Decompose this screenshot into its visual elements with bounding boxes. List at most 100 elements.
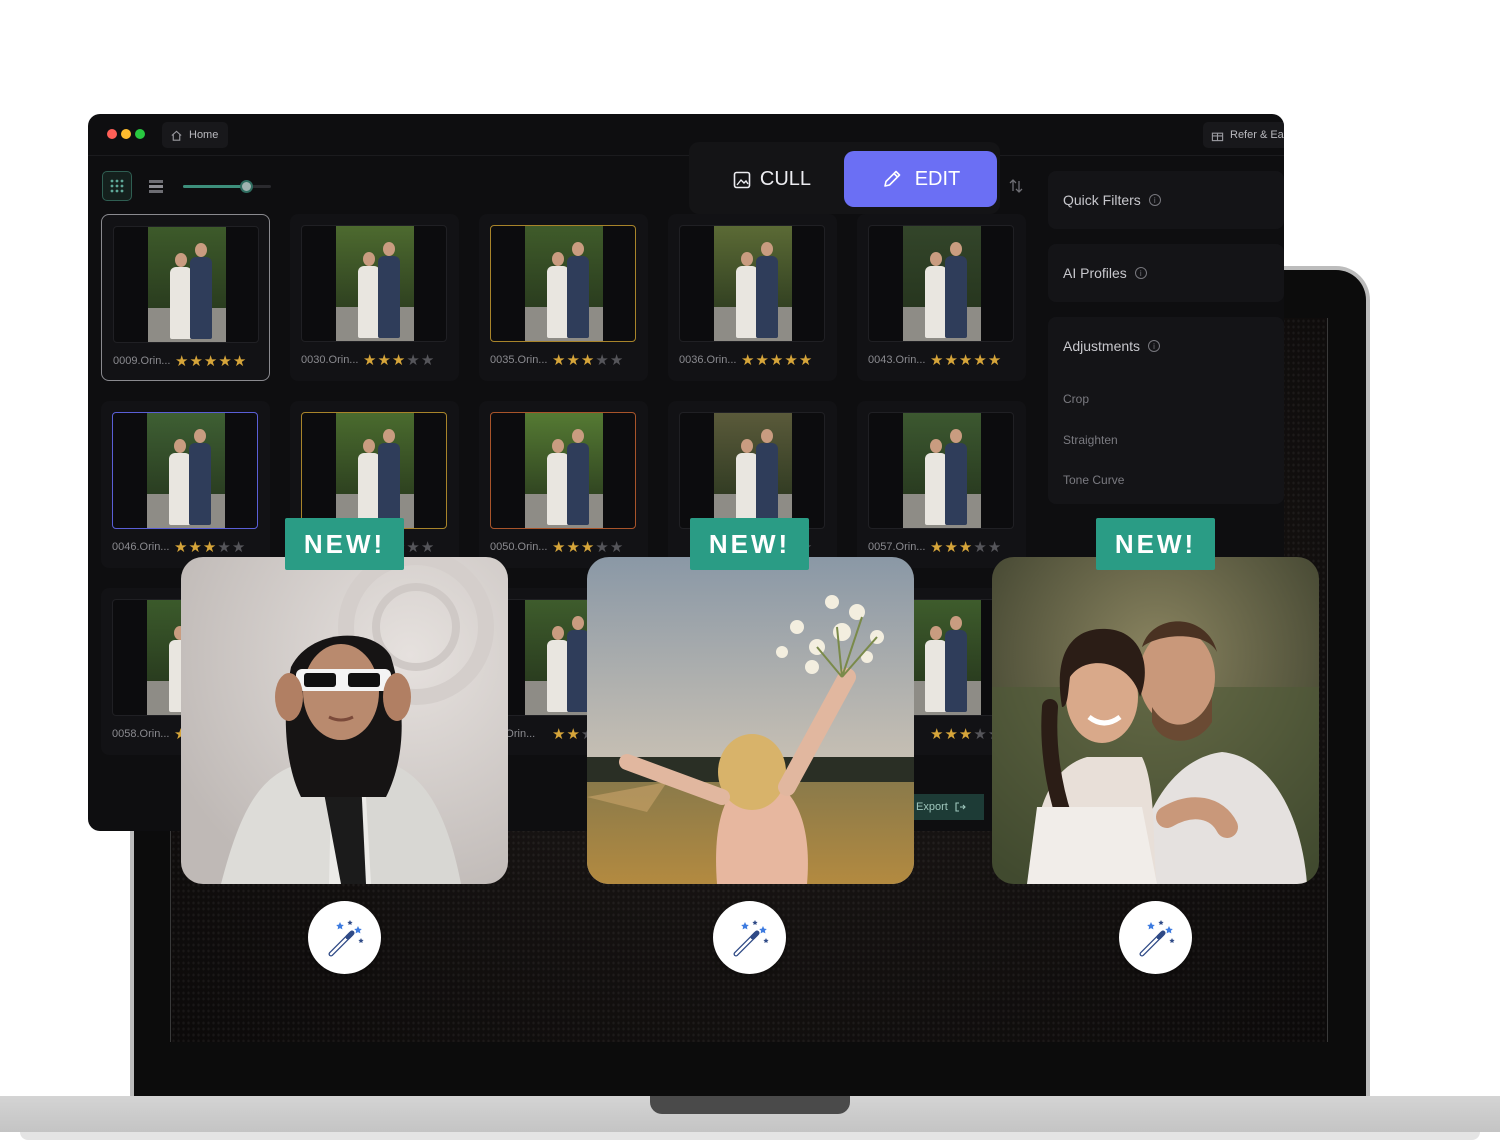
info-icon[interactable]: i: [1148, 194, 1161, 206]
feature-card-fashion: [181, 557, 508, 884]
photo-thumbnail[interactable]: 0009.Orin... ★★★★★: [101, 214, 270, 381]
star-rating[interactable]: ★★★★★: [552, 538, 624, 556]
new-badge: NEW!: [690, 518, 809, 570]
star-icon[interactable]: ★: [595, 539, 609, 556]
photo-thumbnail[interactable]: 0050.Orin... ★★★★★: [479, 401, 648, 568]
star-icon[interactable]: ★: [406, 539, 420, 556]
star-icon[interactable]: ★: [595, 352, 609, 369]
title-bar: Home Refer & Ea: [88, 114, 1284, 156]
star-icon[interactable]: ★: [988, 352, 1002, 369]
star-icon[interactable]: ★: [421, 352, 435, 369]
adjustments-title: Adjustments: [1063, 338, 1141, 354]
thumbnail-frame: [679, 225, 825, 342]
star-icon[interactable]: ★: [552, 352, 566, 369]
star-rating[interactable]: ★★★★★: [930, 538, 1002, 556]
star-icon[interactable]: ★: [799, 352, 813, 369]
export-icon: [955, 802, 966, 812]
star-rating[interactable]: ★★★★★: [741, 351, 813, 369]
star-icon[interactable]: ★: [566, 352, 580, 369]
zoom-slider-handle[interactable]: [240, 180, 254, 193]
star-icon[interactable]: ★: [741, 352, 755, 369]
star-icon[interactable]: ★: [944, 539, 958, 556]
star-icon[interactable]: ★: [175, 353, 189, 370]
adjustment-crop[interactable]: Crop: [1063, 392, 1089, 406]
home-button[interactable]: Home: [162, 122, 229, 148]
star-icon[interactable]: ★: [204, 353, 218, 370]
maximize-window-button[interactable]: [135, 129, 145, 139]
star-icon[interactable]: ★: [363, 352, 377, 369]
thumbnail-image: [903, 413, 981, 528]
star-icon[interactable]: ★: [784, 352, 798, 369]
star-icon[interactable]: ★: [930, 352, 944, 369]
edit-button[interactable]: EDIT: [844, 151, 997, 207]
info-icon[interactable]: i: [1134, 267, 1147, 279]
star-icon[interactable]: ★: [188, 539, 202, 556]
star-icon[interactable]: ★: [944, 726, 958, 743]
zoom-slider[interactable]: [183, 180, 271, 193]
star-icon[interactable]: ★: [421, 539, 435, 556]
star-icon[interactable]: ★: [610, 539, 624, 556]
star-icon[interactable]: ★: [203, 539, 217, 556]
thumbnail-filename: 0036.Orin...: [679, 354, 737, 366]
close-window-button[interactable]: [107, 129, 117, 139]
star-icon[interactable]: ★: [770, 352, 784, 369]
star-icon[interactable]: ★: [959, 539, 973, 556]
laptop-notch: [650, 1096, 850, 1114]
star-icon[interactable]: ★: [581, 539, 595, 556]
star-rating[interactable]: ★★★★★: [930, 351, 1002, 369]
thumbnail-image: [525, 413, 603, 528]
star-icon[interactable]: ★: [189, 353, 203, 370]
star-icon[interactable]: ★: [973, 539, 987, 556]
photo-thumbnail[interactable]: 0057.Orin... ★★★★★: [857, 401, 1026, 568]
star-icon[interactable]: ★: [406, 352, 420, 369]
star-rating[interactable]: ★★★★★: [174, 538, 246, 556]
magic-wand-button[interactable]: [308, 901, 381, 974]
star-icon[interactable]: ★: [930, 726, 944, 743]
grid-view-button[interactable]: [102, 171, 132, 201]
star-icon[interactable]: ★: [755, 352, 769, 369]
star-icon[interactable]: ★: [988, 539, 1002, 556]
star-icon[interactable]: ★: [174, 539, 188, 556]
star-icon[interactable]: ★: [217, 539, 231, 556]
quick-filters-panel[interactable]: Quick Filters i: [1048, 171, 1284, 229]
thumbnail-frame: [868, 225, 1014, 342]
star-icon[interactable]: ★: [552, 539, 566, 556]
star-icon[interactable]: ★: [930, 539, 944, 556]
star-rating[interactable]: ★★★★★: [552, 351, 624, 369]
magic-wand-button[interactable]: [713, 901, 786, 974]
stack-view-button[interactable]: [141, 171, 171, 201]
star-icon[interactable]: ★: [232, 539, 246, 556]
star-icon[interactable]: ★: [610, 352, 624, 369]
photo-thumbnail[interactable]: 0036.Orin... ★★★★★: [668, 214, 837, 381]
star-rating[interactable]: ★★★★★: [175, 352, 247, 370]
star-icon[interactable]: ★: [552, 726, 566, 743]
star-icon[interactable]: ★: [566, 539, 580, 556]
star-icon[interactable]: ★: [377, 352, 391, 369]
photo-thumbnail[interactable]: 0035.Orin... ★★★★★: [479, 214, 648, 381]
adjustment-tone-curve[interactable]: Tone Curve: [1063, 473, 1124, 487]
swap-icon[interactable]: [1006, 176, 1026, 196]
star-icon[interactable]: ★: [959, 726, 973, 743]
adjustment-straighten[interactable]: Straighten: [1063, 433, 1118, 447]
star-icon[interactable]: ★: [566, 726, 580, 743]
star-icon[interactable]: ★: [392, 352, 406, 369]
star-icon[interactable]: ★: [973, 726, 987, 743]
star-icon[interactable]: ★: [959, 352, 973, 369]
star-icon[interactable]: ★: [218, 353, 232, 370]
star-icon[interactable]: ★: [233, 353, 247, 370]
cull-button[interactable]: CULL: [699, 152, 844, 207]
photo-thumbnail[interactable]: 0043.Orin... ★★★★★: [857, 214, 1026, 381]
refer-button[interactable]: Refer & Ea: [1203, 122, 1284, 148]
info-icon[interactable]: i: [1148, 340, 1161, 352]
star-icon[interactable]: ★: [944, 352, 958, 369]
star-rating[interactable]: ★★★★★: [363, 351, 435, 369]
ai-profiles-panel[interactable]: AI Profiles i: [1048, 244, 1284, 302]
photo-thumbnail[interactable]: 0030.Orin... ★★★★★: [290, 214, 459, 381]
star-icon[interactable]: ★: [581, 352, 595, 369]
magic-wand-icon: [1139, 919, 1175, 956]
photo-thumbnail[interactable]: 0046.Orin... ★★★★★: [101, 401, 270, 568]
magic-wand-button[interactable]: [1119, 901, 1192, 974]
minimize-window-button[interactable]: [121, 129, 131, 139]
export-button[interactable]: Export: [908, 794, 984, 820]
star-icon[interactable]: ★: [973, 352, 987, 369]
